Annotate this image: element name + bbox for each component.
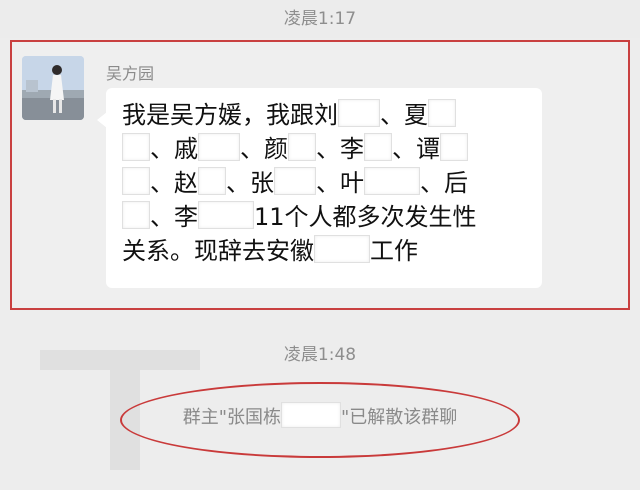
highlight-oval — [120, 382, 520, 458]
message-segment: 、李 — [150, 203, 198, 231]
redaction-box — [288, 133, 316, 161]
message-text: 我是吴方媛，我跟刘 、夏 、戚 、颜 、李 、谭 、赵 、张 、叶 、后 、李 11个人都多次发… — [122, 98, 532, 268]
redaction-box — [122, 201, 150, 229]
redaction-box — [428, 99, 456, 127]
redaction-box — [122, 133, 150, 161]
message-segment: 我是吴方媛，我跟刘 — [122, 101, 338, 129]
message-segment: 、后 — [420, 169, 468, 197]
timestamp-middle: 凌晨1:48 — [283, 345, 357, 365]
redaction-box — [198, 201, 254, 229]
redaction-box — [364, 167, 420, 195]
message-segment: 、夏 — [380, 101, 428, 129]
message-segment: 工作 — [370, 237, 418, 265]
message-segment: 、颜 — [240, 135, 288, 163]
avatar-photo-icon — [22, 56, 84, 120]
redaction-box — [198, 133, 240, 161]
message-segment: 、谭 — [392, 135, 440, 163]
redaction-box — [274, 167, 316, 195]
message-bubble[interactable]: 我是吴方媛，我跟刘 、夏 、戚 、颜 、李 、谭 、赵 、张 、叶 、后 、李 11个人都多次发… — [106, 88, 542, 288]
message-segment: 、赵 — [150, 169, 198, 197]
message-segment: 、叶 — [316, 169, 364, 197]
message-segment: 、张 — [226, 169, 274, 197]
message-segment: 关系。现辞去安徽 — [122, 237, 314, 265]
message-segment: 、李 — [316, 135, 364, 163]
message-segment: 、戚 — [150, 135, 198, 163]
redaction-box — [364, 133, 392, 161]
message-segment: 11个人都多次发生性 — [254, 203, 477, 231]
redaction-box — [198, 167, 226, 195]
avatar[interactable] — [22, 56, 84, 120]
redaction-box — [338, 99, 380, 127]
redaction-box — [122, 167, 150, 195]
timestamp-top: 凌晨1:17 — [283, 9, 357, 29]
redaction-box — [440, 133, 468, 161]
redaction-box — [314, 235, 370, 263]
sender-name: 吴方园 — [106, 64, 155, 83]
